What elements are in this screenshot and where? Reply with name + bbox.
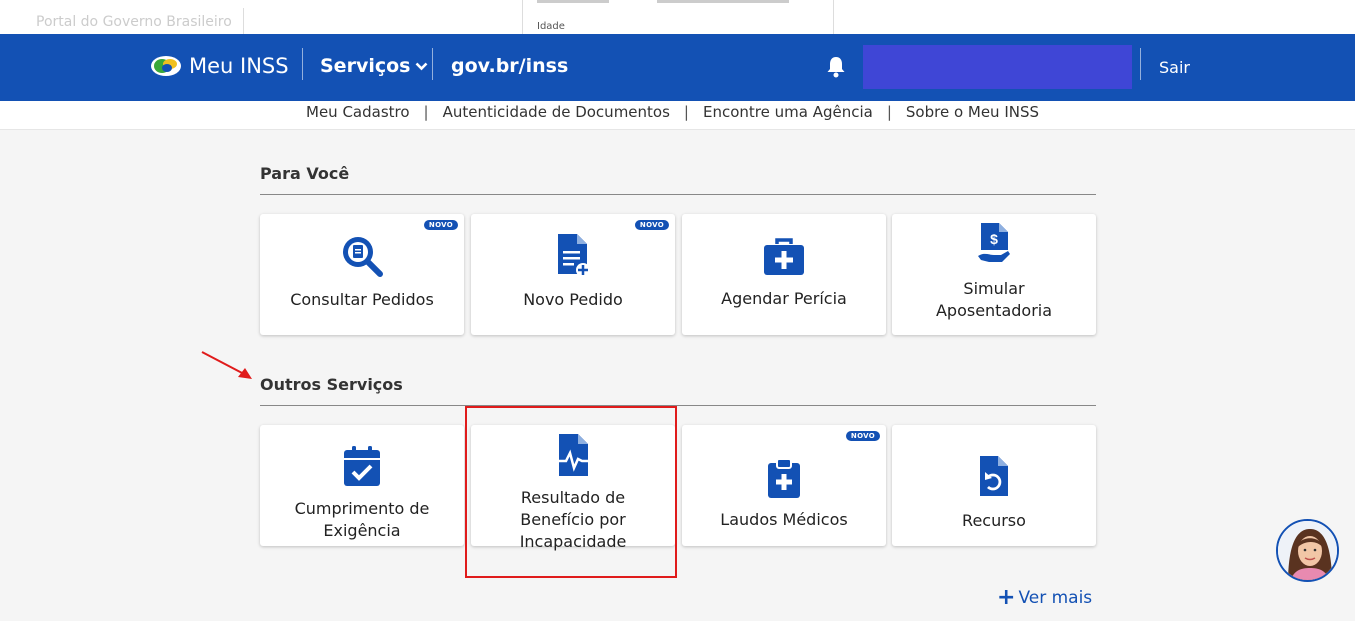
card-simular-aposentadoria[interactable]: $ Simular Aposentadoria — [892, 214, 1096, 335]
nav-sobre-meu-inss[interactable]: Sobre o Meu INSS — [906, 103, 1039, 121]
idade-label: Idade — [537, 21, 565, 32]
document-money-icon: $ — [978, 223, 1010, 262]
highlight-box — [465, 406, 677, 578]
bell-icon[interactable] — [826, 56, 846, 78]
header-divider — [1140, 48, 1141, 80]
user-account-button[interactable] — [863, 45, 1132, 89]
inss-logo-icon — [151, 56, 181, 76]
card-laudos-medicos[interactable]: NOVO Laudos Médicos — [682, 425, 886, 546]
nav-encontre-agencia[interactable]: Encontre uma Agência — [703, 103, 873, 121]
card-label: Recurso — [962, 511, 1026, 530]
popover-field-bar — [537, 0, 609, 3]
card-label: Laudos Médicos — [720, 510, 848, 529]
medical-kit-icon — [764, 238, 804, 275]
header-divider — [432, 48, 433, 80]
virtual-assistant-avatar[interactable] — [1276, 519, 1339, 582]
ver-mais-label: Ver mais — [1018, 588, 1093, 608]
secondary-nav: Meu Cadastro | Autenticidade de Document… — [0, 101, 1355, 130]
nav-separator: | — [423, 103, 429, 121]
card-label: Cumprimento de Exigência — [260, 498, 464, 542]
novo-badge: NOVO — [423, 220, 458, 230]
clipboard-medical-icon — [768, 458, 800, 498]
nav-meu-cadastro[interactable]: Meu Cadastro — [306, 103, 410, 121]
profile-popover: Idade — [522, 0, 834, 36]
govbr-link[interactable]: gov.br/inss — [451, 55, 568, 77]
assistant-avatar-icon — [1278, 521, 1337, 580]
gov-portal-link[interactable]: Portal do Governo Brasileiro — [36, 14, 232, 30]
nav-separator: | — [683, 103, 689, 121]
section-title-outros-servicos: Outros Serviços — [260, 375, 403, 394]
card-label: Agendar Perícia — [721, 289, 847, 308]
card-label: Consultar Pedidos — [290, 290, 434, 309]
card-label-line: Aposentadoria — [935, 301, 1053, 320]
section-title-para-voce: Para Você — [260, 164, 350, 183]
logout-link[interactable]: Sair — [1159, 58, 1190, 77]
section-divider — [260, 405, 1096, 406]
card-label-line: Cumprimento de — [294, 499, 430, 518]
header-divider — [302, 48, 303, 80]
novo-badge: NOVO — [634, 220, 669, 230]
card-label-line: Simular — [963, 279, 1025, 298]
chevron-down-icon — [416, 62, 428, 70]
document-undo-icon — [980, 456, 1008, 496]
card-novo-pedido[interactable]: NOVO Novo Pedido — [471, 214, 675, 335]
svg-text:$: $ — [990, 231, 998, 247]
section-divider — [260, 194, 1096, 195]
search-document-icon — [343, 237, 383, 277]
card-agendar-pericia[interactable]: Agendar Perícia — [682, 214, 886, 335]
main-header: Meu INSS Serviços gov.br/inss Sair — [0, 34, 1355, 101]
novo-badge: NOVO — [845, 431, 880, 441]
gov-strip-divider — [243, 8, 244, 34]
servicos-menu[interactable]: Serviços — [320, 55, 428, 77]
card-cumprimento-exigencia[interactable]: Cumprimento de Exigência — [260, 425, 464, 546]
card-label-line: Exigência — [323, 521, 401, 540]
plus-icon: + — [997, 585, 1016, 610]
brand-link[interactable]: Meu INSS — [150, 54, 289, 78]
popover-field-bar — [657, 0, 789, 3]
servicos-label: Serviços — [320, 55, 411, 77]
card-consultar-pedidos[interactable]: NOVO Consultar Pedidos — [260, 214, 464, 335]
card-label: Simular Aposentadoria — [892, 278, 1096, 322]
nav-autenticidade-documentos[interactable]: Autenticidade de Documentos — [443, 103, 670, 121]
annotation-arrow-icon — [201, 351, 252, 379]
card-label: Novo Pedido — [523, 290, 623, 309]
calendar-check-icon — [344, 446, 380, 486]
document-add-icon — [558, 234, 590, 277]
nav-separator: | — [886, 103, 892, 121]
ver-mais-button[interactable]: + Ver mais — [997, 585, 1093, 610]
card-recurso[interactable]: Recurso — [892, 425, 1096, 546]
brand-name: Meu INSS — [189, 54, 289, 78]
